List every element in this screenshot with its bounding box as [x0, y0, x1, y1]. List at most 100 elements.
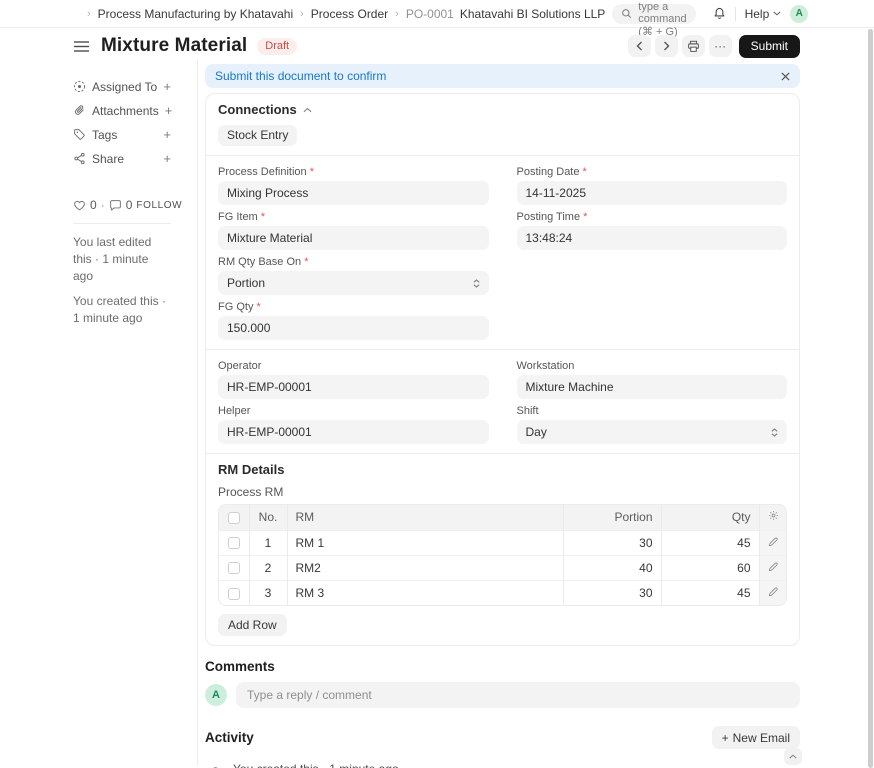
submit-button[interactable]: Submit [739, 35, 800, 58]
edit-row-pencil-icon[interactable] [759, 530, 786, 555]
rm-details-section: RM Details Process RM No. RM Portion Qty [206, 454, 799, 645]
search-placeholder: Search or type a command (⌘ + G) [638, 0, 686, 38]
more-actions-button[interactable]: ··· [709, 35, 732, 57]
notifications-bell-icon[interactable] [713, 7, 726, 20]
operator-input[interactable] [218, 375, 489, 399]
process-rm-table: No. RM Portion Qty [218, 504, 787, 606]
rm-cell[interactable]: RM 3 [287, 580, 563, 605]
connections-title: Connections [218, 102, 297, 117]
posting-time-input[interactable] [517, 226, 788, 250]
page-scrollbar[interactable] [868, 29, 873, 768]
portion-cell[interactable]: 40 [563, 555, 661, 580]
select-all-checkbox[interactable] [228, 512, 240, 524]
chevron-up-icon [789, 754, 797, 759]
select-chevrons-icon [771, 428, 778, 437]
qty-cell[interactable]: 45 [661, 580, 759, 605]
last-edited-text: You last edited this · 1 minute ago [73, 234, 171, 284]
sidebar-item-share[interactable]: Share + [73, 150, 171, 167]
required-marker: * [261, 211, 265, 223]
process-rm-label: Process RM [218, 485, 787, 499]
next-document-button[interactable] [655, 35, 678, 57]
rm-cell[interactable]: RM2 [287, 555, 563, 580]
comment-input[interactable] [236, 682, 800, 708]
col-header-rm: RM [287, 505, 563, 530]
scroll-to-top-button[interactable] [784, 748, 802, 765]
table-row: 2 RM2 40 60 [219, 555, 786, 580]
sidebar-item-label: Assigned To [92, 80, 157, 94]
table-row: 3 RM 3 30 45 [219, 580, 786, 605]
breadcrumb-separator-icon: › [87, 8, 91, 20]
fg-item-input[interactable] [218, 226, 489, 250]
scrollbar-thumb[interactable] [868, 29, 873, 768]
breadcrumb-doc-title[interactable]: Khatavahi BI Solutions LLP [460, 7, 605, 21]
add-share-button[interactable]: + [163, 152, 171, 165]
add-assignment-button[interactable]: + [163, 80, 171, 93]
select-chevrons-icon [473, 279, 480, 288]
form-sidebar: Assigned To + Attachments + Tags + Share… [72, 60, 197, 766]
col-header-portion: Portion [563, 505, 661, 530]
col-header-qty: Qty [661, 505, 759, 530]
field-posting-date: Posting Date * [517, 164, 788, 205]
row-checkbox[interactable] [228, 562, 240, 574]
edit-row-pencil-icon[interactable] [759, 555, 786, 580]
breadcrumb-doc-id[interactable]: PO-0001 [406, 7, 454, 21]
field-fg-qty: FG Qty * [218, 299, 489, 340]
sidebar-item-label: Attachments [92, 104, 159, 118]
add-row-button[interactable]: Add Row [218, 614, 287, 636]
close-icon[interactable] [781, 72, 790, 81]
help-label: Help [745, 7, 770, 21]
sidebar-toggle-icon[interactable] [72, 37, 90, 55]
app-logo-icon[interactable] [78, 7, 80, 21]
process-definition-input[interactable] [218, 181, 489, 205]
shift-select[interactable]: Day [517, 420, 788, 444]
posting-date-input[interactable] [517, 181, 788, 205]
main-fields-section: Process Definition * Posting Date * FG I… [206, 156, 799, 350]
edit-row-pencil-icon[interactable] [759, 580, 786, 605]
required-marker: * [583, 211, 587, 223]
row-checkbox[interactable] [228, 537, 240, 549]
add-attachment-button[interactable]: + [165, 104, 173, 117]
grid-settings-gear-icon[interactable] [759, 505, 786, 530]
sidebar-item-tags[interactable]: Tags + [73, 126, 171, 143]
comment-bubble-icon[interactable] [109, 199, 122, 212]
fg-qty-input[interactable] [218, 316, 489, 340]
heart-icon[interactable] [73, 199, 86, 212]
helper-input[interactable] [218, 420, 489, 444]
stats-separator: · [101, 198, 105, 212]
add-tag-button[interactable]: + [163, 128, 171, 141]
plus-icon: + [722, 731, 729, 745]
qty-cell[interactable]: 60 [661, 555, 759, 580]
comment-count: 0 [126, 198, 133, 212]
page-header: Mixture Material Draft ··· Submit [0, 28, 874, 60]
new-email-button[interactable]: + New Email [712, 726, 800, 749]
stock-entry-link[interactable]: Stock Entry [218, 125, 297, 146]
rm-qty-base-on-select[interactable]: Portion [218, 271, 489, 295]
follow-button[interactable]: FOLLOW [136, 200, 182, 211]
sidebar-item-assigned-to[interactable]: Assigned To + [73, 78, 171, 95]
navbar-divider [735, 7, 736, 21]
breadcrumb-doctype[interactable]: Process Order [311, 7, 388, 21]
field-operator: Operator [218, 358, 489, 399]
search-icon [621, 8, 632, 19]
sidebar-item-attachments[interactable]: Attachments + [73, 102, 171, 119]
row-number: 3 [249, 580, 287, 605]
form-body: Submit this document to confirm Connecti… [197, 60, 800, 766]
qty-cell[interactable]: 45 [661, 530, 759, 555]
user-avatar[interactable]: A [790, 5, 808, 23]
print-button[interactable] [682, 35, 705, 57]
like-count: 0 [90, 198, 97, 212]
workstation-input[interactable] [517, 375, 788, 399]
global-search[interactable]: Search or type a command (⌘ + G) [612, 4, 695, 24]
collapse-chevron-up-icon[interactable] [303, 107, 312, 113]
row-checkbox[interactable] [228, 588, 240, 600]
portion-cell[interactable]: 30 [563, 580, 661, 605]
portion-cell[interactable]: 30 [563, 530, 661, 555]
prev-document-button[interactable] [628, 35, 651, 57]
row-number: 1 [249, 530, 287, 555]
rm-cell[interactable]: RM 1 [287, 530, 563, 555]
row-number: 2 [249, 555, 287, 580]
breadcrumb-app[interactable]: Process Manufacturing by Khatavahi [98, 7, 293, 21]
comments-section: Comments A [205, 659, 800, 708]
help-menu[interactable]: Help [745, 7, 782, 21]
navbar: › Process Manufacturing by Khatavahi › P… [0, 0, 874, 28]
